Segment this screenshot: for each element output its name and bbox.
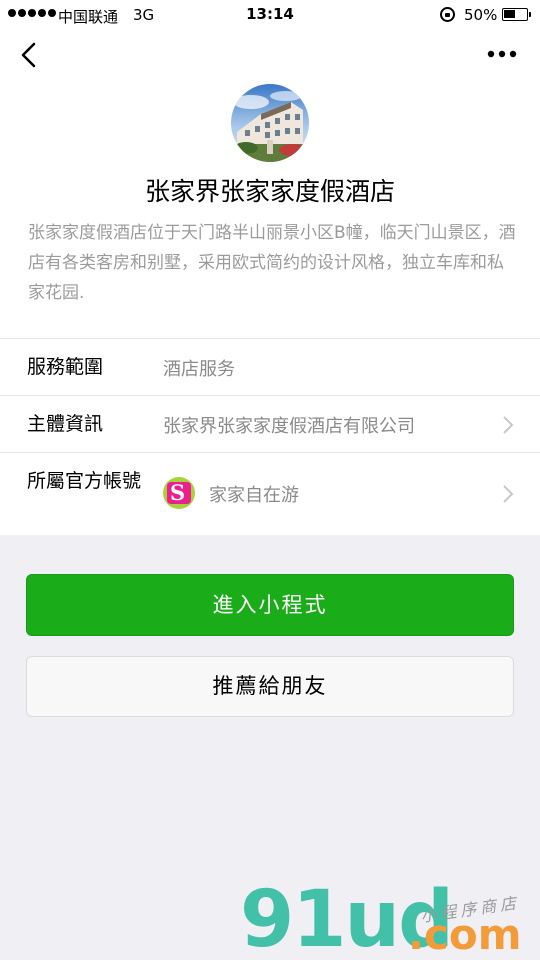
info-row-service-scope: 服務範圍 酒店服务 bbox=[0, 339, 540, 396]
entity-info-value: 张家界张家家度假酒店有限公司 bbox=[163, 416, 415, 437]
nav-bar bbox=[0, 30, 540, 80]
service-scope-value: 酒店服务 bbox=[163, 359, 235, 380]
official-account-label: 所屬官方帳號 bbox=[27, 470, 142, 492]
battery-percentage: 50% bbox=[464, 6, 498, 24]
official-account-icon: S bbox=[163, 477, 195, 509]
mini-program-profile: 张家界张家家度假酒店 张家家度假酒店位于天门路半山丽景小区B幢，临天门山景区，酒… bbox=[0, 80, 540, 535]
chevron-right-icon bbox=[503, 416, 514, 434]
rotation-lock-icon bbox=[440, 7, 455, 22]
status-bar: 中国联通 3G 13:14 50% bbox=[0, 0, 540, 30]
back-arrow-icon[interactable] bbox=[18, 42, 44, 68]
info-row-official-account[interactable]: 所屬官方帳號 S 家家自在游 bbox=[0, 453, 540, 535]
service-scope-label: 服務範圍 bbox=[27, 356, 104, 378]
mini-program-description: 张家家度假酒店位于天门路半山丽景小区B幢，临天门山景区，酒店有各类客房和别墅，采… bbox=[28, 223, 516, 303]
info-row-entity-info[interactable]: 主體資訊 张家界张家家度假酒店有限公司 bbox=[0, 396, 540, 453]
enter-mini-program-button[interactable]: 進入小程式 bbox=[26, 574, 514, 636]
info-list: 服務範圍 酒店服务 主體資訊 张家界张家家度假酒店有限公司 所屬官方帳號 S 家… bbox=[0, 338, 540, 535]
battery-icon bbox=[502, 8, 528, 21]
status-time: 13:14 bbox=[246, 5, 294, 23]
page-title: 张家界张家家度假酒店 bbox=[144, 177, 395, 206]
entity-info-label: 主體資訊 bbox=[27, 413, 104, 435]
battery-tip bbox=[529, 12, 531, 17]
chevron-right-icon bbox=[503, 485, 514, 503]
more-options-icon[interactable] bbox=[486, 44, 520, 64]
hotel-avatar bbox=[231, 84, 309, 162]
watermark-domain: .com bbox=[408, 910, 522, 959]
recommend-to-friends-button[interactable]: 推薦給朋友 bbox=[26, 656, 514, 717]
official-account-name: 家家自在游 bbox=[209, 485, 299, 506]
